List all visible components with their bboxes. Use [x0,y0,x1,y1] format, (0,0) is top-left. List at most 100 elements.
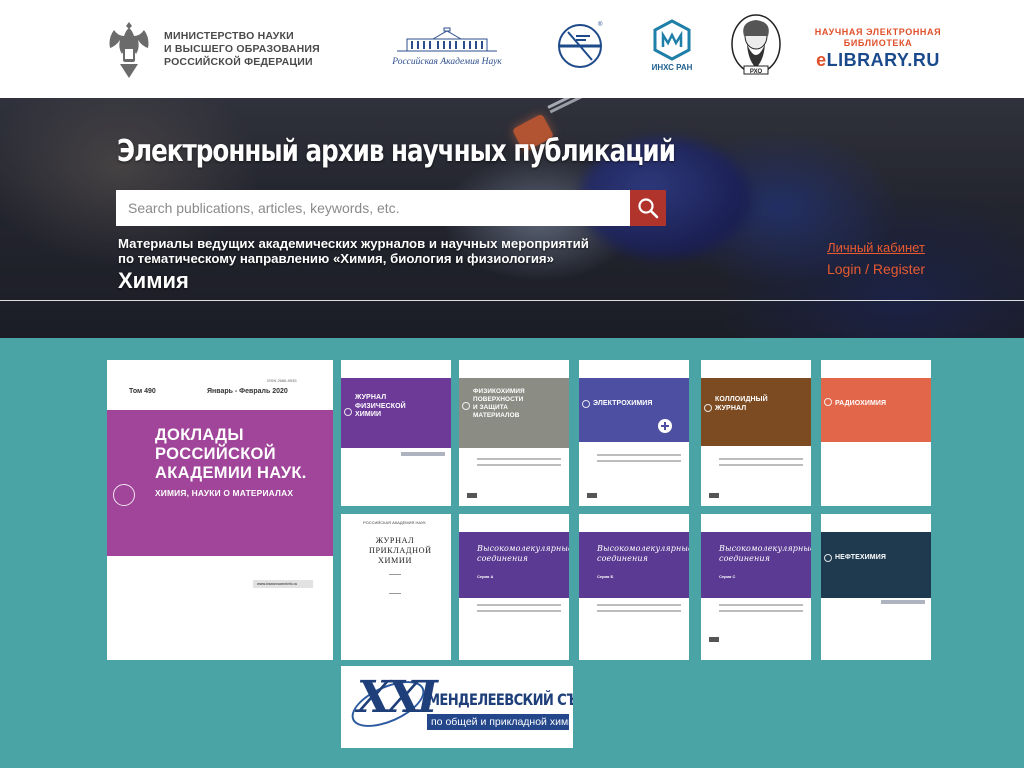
hero-description: Материалы ведущих академических журналов… [118,236,589,266]
publisher-mark-icon [587,493,597,498]
mendeleev-congress-logo[interactable]: XXI МЕНДЕЛЕЕВСКИЙ СЪЕЗД по общей и прикл… [341,666,573,748]
inhs-logo[interactable]: ИНХС РАН [648,16,696,74]
elibrary-name: LIBRARY.RU [826,50,940,70]
journal-title-line: ПРИКЛАДНОЙ [369,546,432,555]
ras-logo[interactable]: Российская Академия Наук [372,20,522,72]
ministry-line: РОССИЙСКОЙ ФЕДЕРАЦИИ [164,55,313,68]
journal-title-line: И ЗАЩИТА [473,404,509,411]
journal-title-line: ПОВЕРХНОСТИ [473,396,524,403]
section-title: Химия [118,268,189,293]
journal-website: www.ivanovsomeinfo.ru [253,580,313,588]
ras-seal-icon [824,398,832,406]
journal-title: ЖУРНАЛ ПРИКЛАДНОЙ ХИМИИ [369,536,432,566]
ras-seal-icon [462,402,470,410]
journal-title-band: НЕФТЕХИМИЯ [821,532,931,598]
cover-fine-print [597,610,681,612]
journal-title-band: Высокомолекулярные соединения Серия Б [579,532,689,598]
inhs-caption: ИНХС РАН [651,62,693,72]
journal-title-line: ХИМИИ [378,556,412,565]
elibrary-wordmark: eLIBRARY.RU [816,50,940,71]
elibrary-tagline: НАУЧНАЯ ЭЛЕКТРОННАЯ БИБЛИОТЕКА [815,27,941,49]
rho-caption: РХО [750,69,763,75]
cover-fine-print [597,454,681,456]
ministry-line: И ВЫСШЕГО ОБРАЗОВАНИЯ [164,42,320,55]
journal-title-line: КОЛЛОИДНЫЙ [715,396,768,403]
journal-title-line: Высокомолекулярные [477,544,569,553]
journal-cover-colloid[interactable]: КОЛЛОИДНЫЙ ЖУРНАЛ [701,360,811,506]
academy-building-icon [397,27,497,52]
cover-fine-print [477,610,561,612]
journal-title: ДОКЛАДЫ РОССИЙСКОЙ АКАДЕМИИ НАУК. [155,426,307,483]
ras-seal-icon [582,400,590,408]
electrode-icon [658,419,672,433]
elibrary-e: e [816,50,827,70]
journals-grid: ISSN 2686-9535 Том 490 Январь - Февраль … [0,338,1024,768]
journal-cover-radiochem[interactable]: РАДИОХИМИЯ [821,360,931,506]
congress-number: XXI [357,672,438,723]
search-bar [116,190,666,226]
journal-title-line: АКАДЕМИИ НАУК. [155,464,307,482]
journal-title-line: ЖУРНАЛ [375,536,415,545]
journal-title: КОЛЛОИДНЫЙ ЖУРНАЛ [715,396,768,413]
cover-fine-print [477,604,561,606]
igic-emblem-icon: ® [558,21,603,68]
journal-title-line: ХИМИИ [355,411,382,418]
journal-title-line: соединения [597,554,648,563]
journal-cover-vms-a[interactable]: Высокомолекулярные соединения Серия А [459,514,569,660]
journal-title: ЭЛЕКТРОХИМИЯ [593,400,653,407]
journal-cover-electrochem[interactable]: ЭЛЕКТРОХИМИЯ [579,360,689,506]
journal-cover-zhfh[interactable]: ЖУРНАЛ ФИЗИЧЕСКОЙ ХИМИИ [341,360,451,506]
journal-title: ФИЗИКОХИМИЯ ПОВЕРХНОСТИ И ЗАЩИТА МАТЕРИА… [473,388,525,420]
ras-seal-icon [113,484,135,506]
journal-series: Серия Б [597,574,614,579]
journal-title: РАДИОХИМИЯ [835,400,887,407]
cover-decoration [389,574,401,594]
journal-title: Высокомолекулярные соединения [719,544,811,564]
journal-cover-fpzm[interactable]: ФИЗИКОХИМИЯ ПОВЕРХНОСТИ И ЗАЩИТА МАТЕРИА… [459,360,569,506]
journal-title-line: ФИЗИЧЕСКОЙ [355,402,406,410]
ministry-logo[interactable]: МИНИСТЕРСТВО НАУКИ И ВЫСШЕГО ОБРАЗОВАНИЯ… [104,12,344,86]
journal-title-line: соединения [719,554,770,563]
journal-issue-date: Январь - Февраль 2020 [207,388,288,395]
search-input[interactable] [116,190,630,226]
journal-title-line: ЖУРНАЛ [715,404,747,412]
hero-description-line: по тематическому направлению «Химия, био… [118,251,554,266]
cover-fine-print [719,458,803,460]
journal-title-line: соединения [477,554,528,563]
journal-title: Высокомолекулярные соединения [597,544,689,564]
login-register-link[interactable]: Login / Register [810,261,942,277]
cover-fine-print [597,604,681,606]
igic-logo[interactable]: ® [554,18,608,72]
cover-fine-print [719,464,803,466]
elibrary-logo[interactable]: НАУЧНАЯ ЭЛЕКТРОННАЯ БИБЛИОТЕКА eLIBRARY.… [808,26,948,72]
congress-subtitle: по общей и прикладной химии [427,714,573,730]
journal-title-band: ФИЗИКОХИМИЯ ПОВЕРХНОСТИ И ЗАЩИТА МАТЕРИА… [459,378,569,448]
double-headed-eagle-icon [109,22,149,78]
ras-seal-icon [704,404,712,412]
journal-title-line: ФИЗИКОХИМИЯ [473,388,525,395]
journal-title-band: ЖУРНАЛ ФИЗИЧЕСКОЙ ХИМИИ [341,378,451,448]
journal-title-line: ЖУРНАЛ [355,394,387,401]
hero-divider [0,300,1024,301]
journal-issn: ISSN 2686-9535 [267,378,297,383]
search-icon [638,198,659,219]
publisher-mark-icon [709,493,719,498]
journal-series: Серия А [477,574,494,579]
personal-account-link[interactable]: Личный кабинет [810,240,942,255]
publisher-mark-icon [709,637,719,642]
cover-fine-print [719,604,803,606]
cover-fine-print [597,460,681,462]
journal-cover-vms-b[interactable]: Высокомолекулярные соединения Серия Б [579,514,689,660]
journal-cover-vms-c[interactable]: Высокомолекулярные соединения Серия С [701,514,811,660]
journal-cover-zhpch[interactable]: РОССИЙСКАЯ АКАДЕМИЯ НАУК ЖУРНАЛ ПРИКЛАДН… [341,514,451,660]
page-title: Электронный архив научных публикаций [117,134,676,169]
search-button[interactable] [630,190,666,226]
journal-title-band: ДОКЛАДЫ РОССИЙСКОЙ АКАДЕМИИ НАУК. ХИМИЯ,… [107,410,333,588]
rho-mendeleev-logo[interactable]: РХО [730,14,782,78]
journal-cover-neftekhim[interactable]: НЕФТЕХИМИЯ [821,514,931,660]
ministry-name: МИНИСТЕРСТВО НАУКИ И ВЫСШЕГО ОБРАЗОВАНИЯ… [164,30,320,69]
cover-fine-print [719,610,803,612]
journal-title-line: Высокомолекулярные [597,544,689,553]
journal-title-band: Высокомолекулярные соединения Серия А [459,532,569,598]
journal-cover-doklady[interactable]: ISSN 2686-9535 Том 490 Январь - Февраль … [107,360,333,660]
